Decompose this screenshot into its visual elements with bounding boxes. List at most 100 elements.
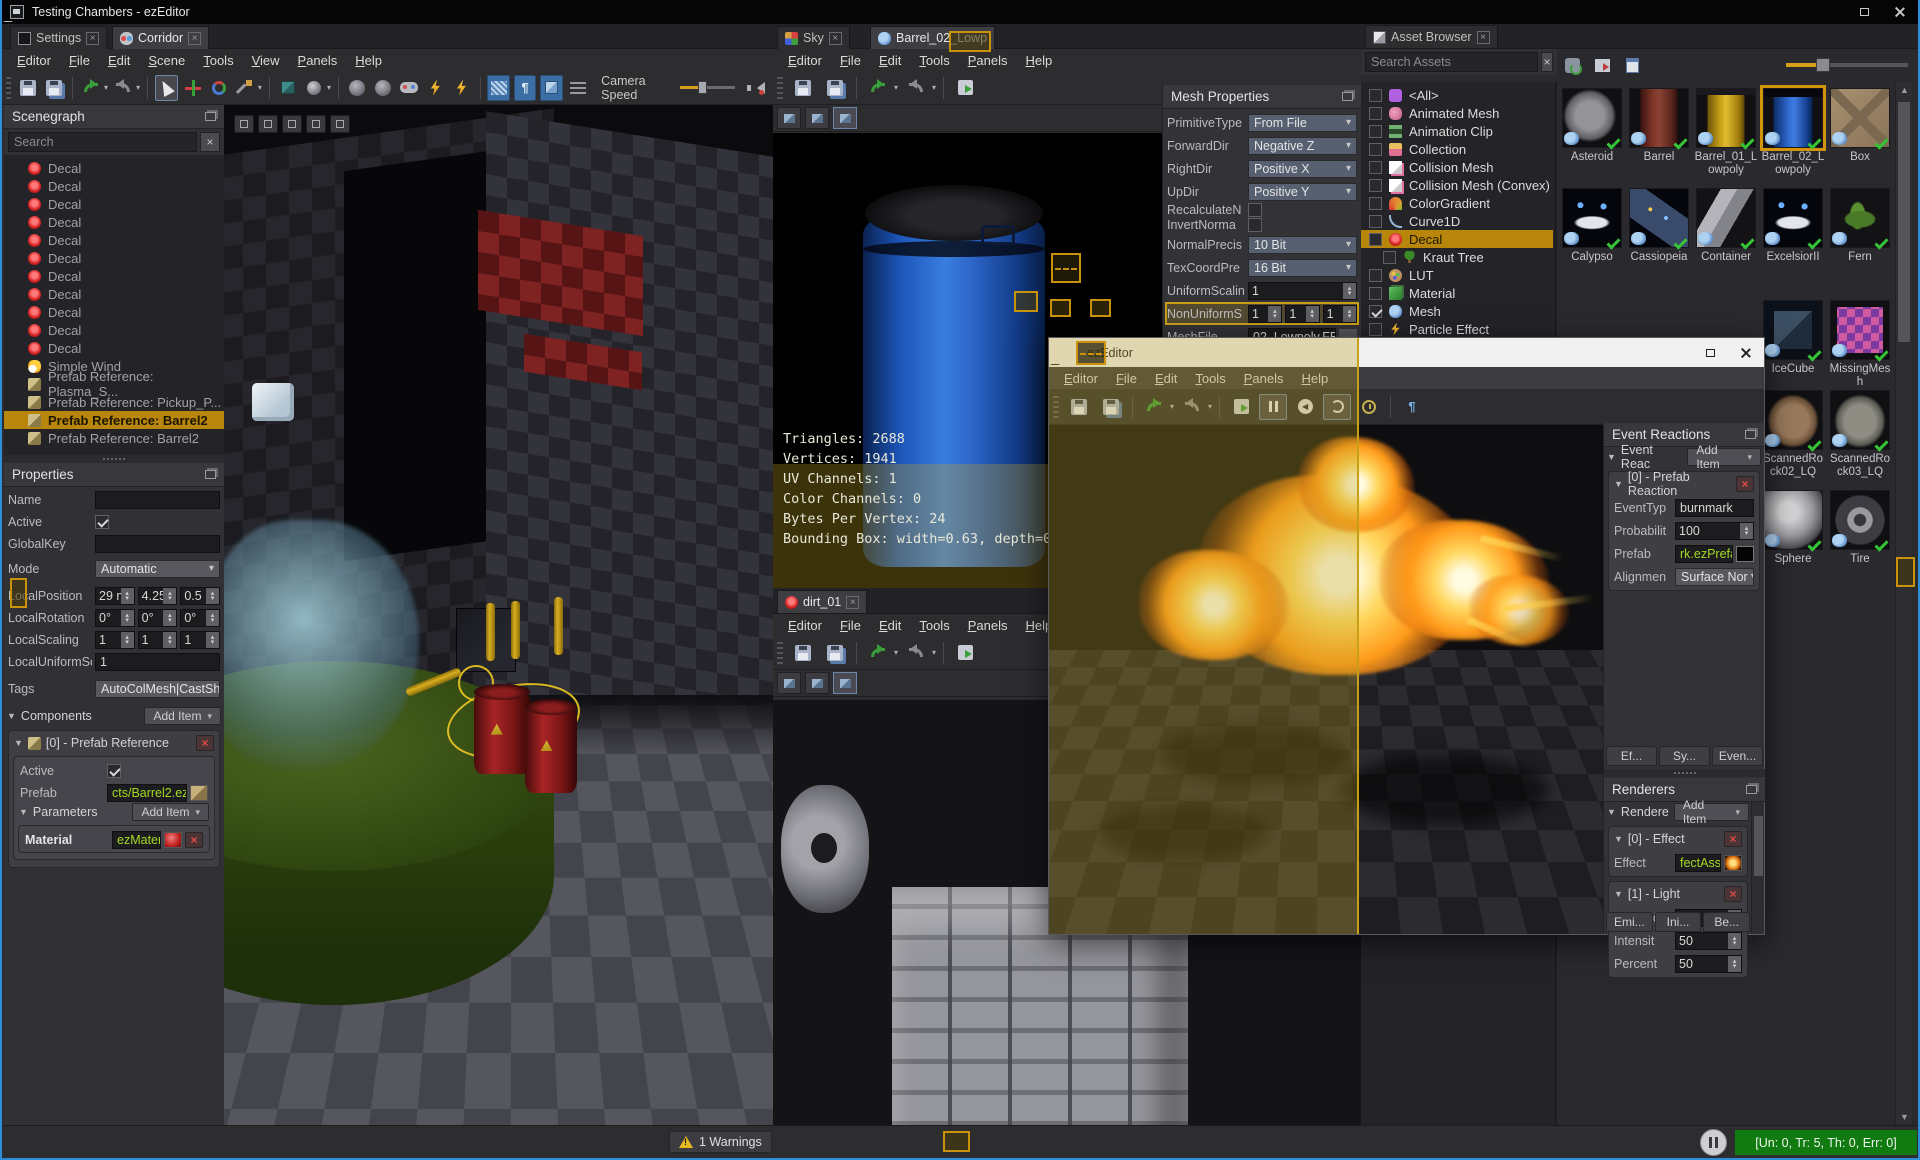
effect-thumbnail[interactable] — [1724, 854, 1742, 871]
floating-title-bar[interactable]: ezEditor — [1049, 338, 1764, 367]
warnings-badge[interactable]: 1 Warnings — [669, 1131, 772, 1153]
menu-item-panels[interactable]: Panels — [959, 51, 1017, 70]
local-rotation-y[interactable]: 0° — [137, 608, 178, 627]
menu-item-panels[interactable]: Panels — [959, 616, 1017, 635]
clear-search-icon[interactable] — [1541, 52, 1553, 72]
asset-excelsiorii[interactable]: ExcelsiorII — [1761, 188, 1825, 264]
scenegraph-item[interactable]: Decal — [4, 213, 224, 231]
save-all-button[interactable] — [1097, 394, 1125, 420]
save-button[interactable] — [17, 75, 39, 101]
undo-button[interactable] — [864, 75, 892, 101]
filter-checkbox[interactable] — [1369, 178, 1382, 192]
grid-icon[interactable] — [330, 115, 350, 133]
filter-checkbox[interactable] — [1369, 160, 1382, 174]
add-renderer-button[interactable]: Add Item — [1673, 798, 1749, 826]
pause-simulation-button[interactable] — [1259, 393, 1288, 420]
asset-icecube[interactable]: IceCube — [1761, 300, 1825, 376]
scale-tool-button[interactable] — [234, 75, 256, 101]
tags-dropdown[interactable]: AutoColMesh|CastShadow — [95, 679, 220, 698]
local-position-z[interactable]: 0.5 — [180, 586, 221, 605]
prefab-thumbnail[interactable] — [1736, 545, 1754, 562]
asset-thumbnail[interactable] — [1763, 390, 1823, 452]
asset-thumbnail[interactable] — [1629, 88, 1689, 150]
menu-item-edit[interactable]: Edit — [99, 51, 139, 70]
asset-thumbnail[interactable] — [1760, 85, 1826, 151]
local-position-y[interactable]: 4.25 — [137, 586, 178, 605]
redo-button[interactable] — [1178, 394, 1206, 420]
asset-type-collection[interactable]: Collection — [1361, 140, 1553, 158]
asset-type-decal[interactable]: Decal — [1361, 230, 1553, 248]
save-all-button[interactable] — [43, 75, 65, 101]
local-rotation-x[interactable]: 0° — [95, 608, 135, 627]
remove-renderer-button[interactable] — [1724, 831, 1742, 847]
toolbar-grip[interactable] — [6, 76, 11, 99]
menu-item-editor[interactable]: Editor — [1055, 369, 1107, 388]
export-icon[interactable] — [1591, 54, 1613, 76]
material-thumbnail[interactable] — [164, 831, 182, 848]
reaction-prefab-field[interactable]: rk.ezPrefab — [1675, 544, 1733, 563]
panel-tab[interactable]: Ini... — [1654, 912, 1702, 932]
scenegraph-item[interactable]: Decal — [4, 195, 224, 213]
asset-type-collision-mesh[interactable]: Collision Mesh — [1361, 158, 1553, 176]
simulate-button[interactable] — [424, 75, 446, 101]
panel-splitter[interactable] — [1604, 769, 1765, 777]
asset-calypso[interactable]: Calypso — [1560, 188, 1624, 264]
filter-checkbox[interactable] — [1369, 286, 1382, 300]
panel-tab[interactable]: Sy... — [1659, 746, 1710, 766]
menu-item-help[interactable]: Help — [1016, 51, 1061, 70]
asset-type-lut[interactable]: LUT — [1361, 266, 1553, 284]
scenegraph-item[interactable]: Decal — [4, 339, 224, 357]
asset-type-mesh[interactable]: Mesh — [1361, 302, 1553, 320]
invertnorma-checkbox[interactable] — [1248, 217, 1262, 232]
asset-box[interactable]: Box — [1828, 88, 1892, 164]
asset-thumbnail[interactable] — [1562, 188, 1622, 250]
recalculaten-checkbox[interactable] — [1248, 202, 1262, 217]
menu-item-file[interactable]: File — [831, 51, 870, 70]
asset-type-kraut-tree[interactable]: Kraut Tree — [1361, 248, 1553, 266]
world-space-button[interactable] — [303, 75, 325, 101]
asset-search-input[interactable] — [1365, 52, 1538, 72]
view-camera-icon[interactable] — [833, 672, 857, 694]
tab-dirt-01[interactable]: dirt_01 — [777, 590, 868, 613]
menu-item-help[interactable]: Help — [346, 51, 391, 70]
redo-button[interactable] — [902, 75, 930, 101]
nonuniforms-spinner[interactable]: 1 — [1322, 304, 1357, 323]
view-screenshot-icon[interactable] — [805, 107, 829, 129]
snap-box-button[interactable] — [277, 75, 299, 101]
undo-button[interactable] — [864, 640, 892, 666]
scenegraph-item[interactable]: Prefab Reference: Barrel2 — [4, 429, 224, 447]
add-parameter-button[interactable]: Add Item — [132, 803, 209, 821]
menu-item-panels[interactable]: Panels — [1235, 369, 1293, 388]
close-tab-icon[interactable] — [188, 31, 202, 45]
scenegraph-search-input[interactable] — [8, 132, 197, 152]
globalkey-field[interactable] — [95, 534, 220, 553]
menu-item-tools[interactable]: Tools — [910, 616, 958, 635]
filter-checkbox[interactable] — [1383, 250, 1396, 264]
local-rotation-z[interactable]: 0° — [180, 608, 221, 627]
scenegraph-item[interactable]: Decal — [4, 285, 224, 303]
material-asset-field[interactable]: ezMaterialAsset — [112, 830, 161, 849]
scenegraph-item[interactable]: Decal — [4, 303, 224, 321]
save-all-button[interactable] — [821, 75, 849, 101]
asset-thumbnail[interactable] — [1830, 300, 1890, 362]
menu-item-panels[interactable]: Panels — [289, 51, 347, 70]
scene-red-barrel[interactable] — [525, 699, 577, 793]
simulate-speed-button[interactable] — [372, 75, 394, 101]
fullscreen-icon[interactable] — [282, 115, 302, 133]
asset-missingmesh[interactable]: MissingMesh — [1828, 300, 1892, 389]
asset-barrel_01_lowpoly[interactable]: Barrel_01_Lowpoly — [1694, 88, 1758, 177]
menu-item-file[interactable]: File — [1107, 369, 1146, 388]
texcoordpre-dropdown[interactable]: 16 Bit — [1248, 258, 1357, 277]
scenegraph-item[interactable]: Decal — [4, 321, 224, 339]
view-layout-icon[interactable] — [777, 672, 801, 694]
tab-barrel-02-lowpoly[interactable]: Barrel_02_Lowp — [870, 26, 996, 49]
scenegraph-item[interactable]: Decal — [4, 231, 224, 249]
view-layout-icon[interactable] — [777, 107, 801, 129]
save-button[interactable] — [1065, 394, 1093, 420]
render-mode-icon[interactable] — [258, 115, 278, 133]
asset-tire[interactable]: Tire — [1828, 490, 1892, 566]
simulate-in-editor-button[interactable] — [450, 75, 472, 101]
close-button[interactable] — [1882, 0, 1918, 24]
close-tab-icon[interactable] — [846, 595, 860, 609]
view-screenshot-icon[interactable] — [805, 672, 829, 694]
